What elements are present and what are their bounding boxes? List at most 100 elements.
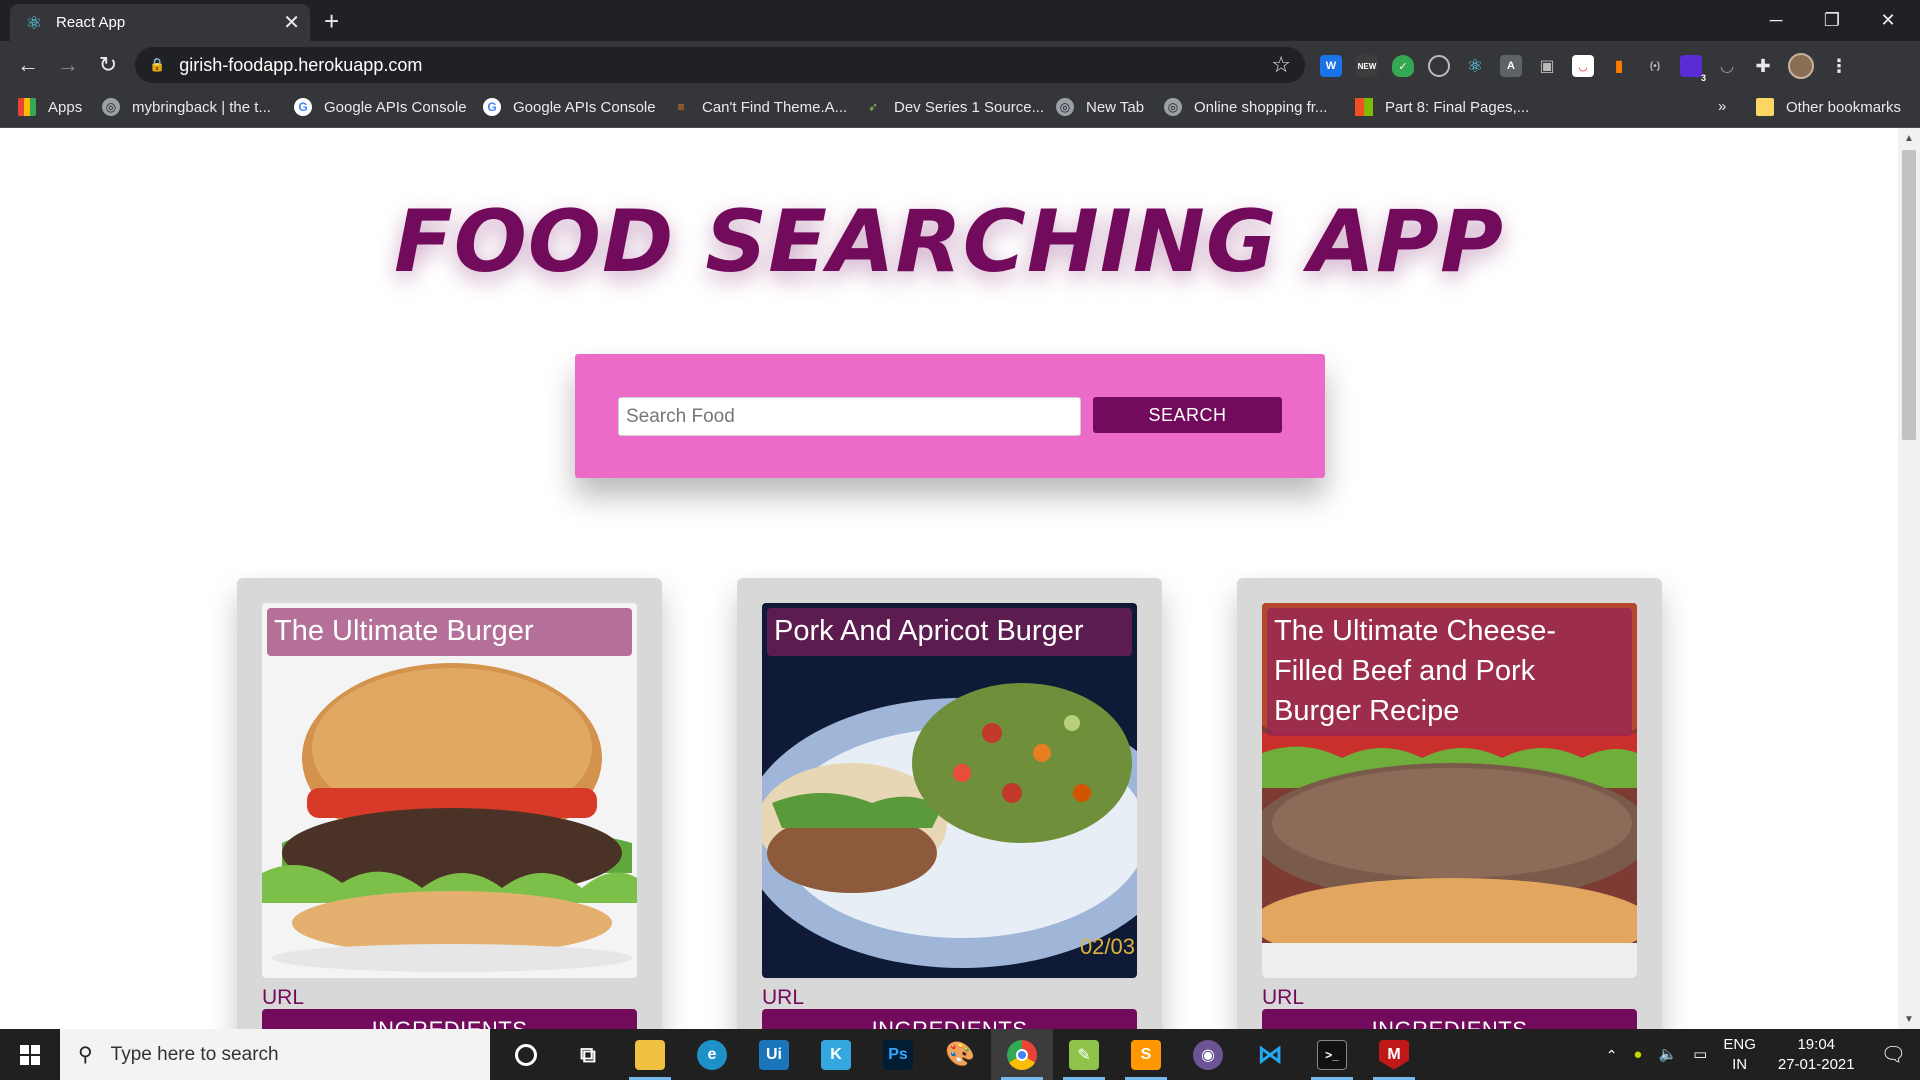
target-icon[interactable] [1428,55,1450,77]
bookmark-item[interactable]: Part 8: Final Pages,... [1355,98,1529,116]
recipe-card: Pork And Apricot Burger 02/03 URL INGRED… [737,578,1162,1029]
cortana-button[interactable] [495,1029,557,1080]
recipe-url-link[interactable]: URL [762,986,804,1010]
taskbar-search-box[interactable]: ⚲ Type here to search [60,1029,490,1080]
url-text[interactable]: girish-foodapp.herokuapp.com [179,55,1271,76]
norton-icon[interactable]: ● [1633,1045,1642,1065]
vscode-button[interactable]: ⋈ [1239,1029,1301,1080]
chevron-up-icon[interactable]: ⌃ [1606,1045,1618,1065]
bookmark-item[interactable]: G Google APIs Console [294,98,467,116]
minimize-button[interactable]: ─ [1748,0,1804,41]
pocket-outline-icon[interactable]: ◡ [1716,55,1738,77]
task-view-button[interactable]: ⧉ [557,1029,619,1080]
react-devtools-icon[interactable]: ⚛ [1464,55,1486,77]
font-icon[interactable]: A [1500,55,1522,77]
uipath-button[interactable]: Ui [743,1029,805,1080]
chrome-center-icon [1016,1048,1028,1061]
camera-icon[interactable]: ▣ [1536,55,1558,77]
photoshop-icon: Ps [883,1039,913,1070]
chrome-button[interactable] [991,1029,1053,1080]
bookmark-other[interactable]: Other bookmarks [1756,98,1901,116]
notepad-plus-button[interactable]: ✎ [1053,1029,1115,1080]
bookmark-item[interactable]: ≡ Can't Find Theme.A... [672,98,847,116]
pocket-icon[interactable]: ◡ [1572,55,1594,77]
reload-icon[interactable]: ↻ [94,51,122,79]
battery-icon[interactable]: ▭ [1693,1045,1707,1065]
close-window-button[interactable]: ✕ [1860,0,1916,41]
bookmark-item[interactable]: ◎ mybringback | the t... [102,98,271,116]
puzzle-icon[interactable]: ✚ [1752,55,1774,77]
volume-icon[interactable]: 🔈 [1658,1045,1677,1065]
back-arrow-icon[interactable]: ← [14,51,42,79]
shield-icon[interactable]: ✓ [1392,55,1414,77]
bookmark-item[interactable]: ➶ Dev Series 1 Source... [864,98,1044,116]
file-explorer-button[interactable] [619,1029,681,1080]
search-input[interactable] [618,397,1081,436]
browser-toolbar: ← → ↻ 🔒 girish-foodapp.herokuapp.com ☆ W… [0,41,1920,88]
recipe-image: The Ultimate Burger [262,603,637,978]
bookmark-label: Can't Find Theme.A... [702,98,848,116]
extension-new-icon[interactable]: NEW [1356,55,1378,77]
terminal-button[interactable]: >_ [1301,1029,1363,1080]
chart-icon[interactable]: ▮ [1608,55,1630,77]
bookmark-item[interactable]: ◎ Online shopping fr... [1164,98,1327,116]
bookmark-label: Google APIs Console [513,98,656,116]
address-bar[interactable]: 🔒 girish-foodapp.herokuapp.com ☆ [135,47,1305,83]
wifi-icon[interactable]: (•) [1644,55,1666,77]
taskbar-search-placeholder: Type here to search [110,1043,279,1065]
scroll-thumb[interactable] [1902,150,1916,440]
recipe-url-link[interactable]: URL [262,986,304,1010]
browser-tab[interactable]: ⚛ React App ✕ [10,4,310,41]
bookmarks-overflow-button[interactable]: » [1718,98,1726,115]
bookmark-item[interactable]: ◎ New Tab [1056,98,1144,116]
photo-date-stamp: 02/03 [1079,934,1135,959]
folder-icon [1756,98,1774,116]
extensions-row: W NEW ✓ ⚛ A ▣ ◡ ▮ (•) 3 ◡ ✚ ⋮ [1320,53,1850,83]
kotlin-ide-button[interactable]: K [805,1029,867,1080]
clock[interactable]: 19:04 27-01-2021 [1778,1035,1855,1075]
scroll-up-icon[interactable]: ▲ [1902,132,1916,146]
bookmark-item[interactable]: G Google APIs Console [483,98,656,116]
google-icon: G [483,98,501,116]
bookmark-label: Other bookmarks [1786,98,1902,116]
close-tab-icon[interactable]: ✕ [283,13,300,33]
restore-button[interactable]: ❐ [1804,0,1860,41]
browser-tab-strip: ⚛ React App ✕ + ─ ❐ ✕ [0,0,1920,41]
bookmark-star-icon[interactable]: ☆ [1271,52,1291,78]
page-scrollbar[interactable]: ▲ ▼ [1898,128,1920,1029]
github-desktop-button[interactable]: ◉ [1177,1029,1239,1080]
extension-badge: 3 [1700,73,1706,83]
bookmark-label: Dev Series 1 Source... [894,98,1045,116]
recipe-url-link[interactable]: URL [1262,986,1304,1010]
extension-icon[interactable]: W [1320,55,1342,77]
new-tab-button[interactable]: + [324,8,339,34]
recipe-title: The Ultimate Burger [267,608,632,656]
ingredients-button[interactable]: INGREDIENTS [1262,1009,1637,1029]
bookmark-label: Online shopping fr... [1194,98,1328,116]
start-button[interactable] [0,1029,60,1080]
sublime-button[interactable]: S [1115,1029,1177,1080]
recipe-title: The Ultimate Cheese-Filled Beef and Pork… [1267,608,1632,736]
photoshop-button[interactable]: Ps [867,1029,929,1080]
ingredients-button[interactable]: INGREDIENTS [762,1009,1137,1029]
mcafee-button[interactable]: M [1363,1029,1425,1080]
scroll-down-icon[interactable]: ▼ [1902,1013,1916,1027]
pork-burger-image-icon [762,683,1137,968]
language-indicator[interactable]: ENG IN [1723,1035,1756,1075]
edge-button[interactable]: e [681,1029,743,1080]
paint-button[interactable]: 🎨 [929,1029,991,1080]
stack-icon[interactable]: 3 [1680,55,1706,83]
bookmark-apps[interactable]: Apps [18,98,82,116]
edge-icon: e [697,1039,727,1070]
ingredients-button[interactable]: INGREDIENTS [262,1009,637,1029]
search-panel: SEARCH [575,354,1325,478]
notifications-icon[interactable]: 🗨 [1881,1045,1906,1065]
profile-avatar[interactable] [1788,53,1814,79]
forward-arrow-icon[interactable]: → [54,51,82,79]
globe-icon: ◎ [1164,98,1182,116]
overflow-label: » [1718,98,1727,115]
bookmark-label: Google APIs Console [324,98,467,116]
windows-taskbar: ⚲ Type here to search ⧉ e Ui K Ps 🎨 ✎ S … [0,1029,1920,1080]
kebab-menu-icon[interactable]: ⋮ [1828,55,1850,77]
search-button[interactable]: SEARCH [1093,397,1282,433]
